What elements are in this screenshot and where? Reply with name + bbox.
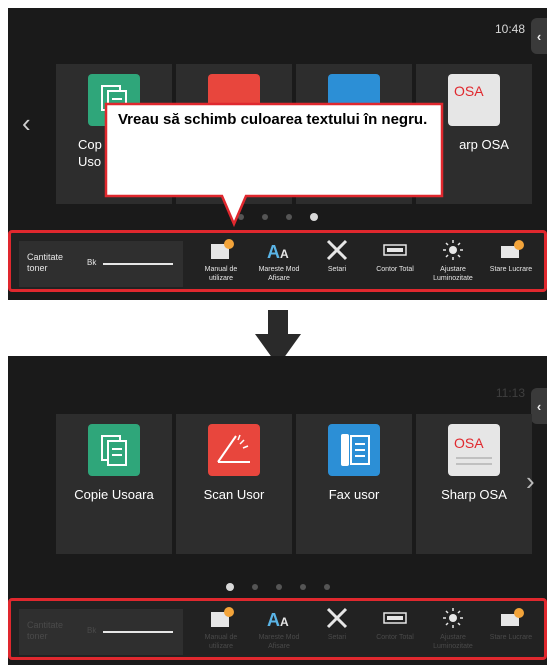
- toner-color: Bk: [87, 258, 97, 267]
- svg-text:A: A: [267, 242, 280, 261]
- taskbar-brightness[interactable]: Ajustare Luminozitate: [425, 607, 481, 659]
- taskbar-manual[interactable]: Manual de utilizare: [193, 607, 249, 659]
- taskbar-zoom-display[interactable]: AA Mareste Mod Afisare: [251, 239, 307, 291]
- taskbar-job-status[interactable]: Stare Lucrare: [483, 239, 539, 291]
- manual-icon: [211, 607, 234, 627]
- taskbar: Cantitate toner Bk Manual de utilizare A…: [8, 598, 547, 660]
- toner-level-bar: [103, 263, 173, 265]
- svg-text:OSA: OSA: [454, 435, 484, 451]
- taskbar-brightness[interactable]: Ajustare Luminozitate: [425, 239, 481, 291]
- copy-icon: [88, 424, 140, 476]
- manual-icon: [211, 239, 234, 259]
- tile-fax-usor[interactable]: Fax usor: [296, 414, 412, 554]
- toner-label: Cantitate toner: [27, 620, 64, 641]
- osa-icon: OSA: [448, 424, 500, 476]
- svg-text:A: A: [267, 610, 280, 629]
- taskbar-label: Manual de utilizare: [204, 266, 238, 282]
- taskbar-settings[interactable]: Setari: [309, 239, 365, 291]
- font-size-icon: AA: [267, 610, 289, 629]
- toner-status: Cantitate toner Bk: [19, 241, 183, 287]
- home-screen-after: 11:13 ‹ Copie Usoara Scan Usor Fax usor …: [8, 356, 547, 665]
- job-status-icon: [501, 608, 524, 626]
- svg-text:A: A: [280, 247, 289, 261]
- scroll-right-arrow[interactable]: ›: [526, 468, 535, 494]
- tile-copie-usoara[interactable]: Copie Usoara: [56, 414, 172, 554]
- scroll-left-arrow[interactable]: ‹: [22, 110, 31, 136]
- brightness-icon: [443, 608, 463, 628]
- brightness-icon: [443, 240, 463, 260]
- taskbar-label: Ajustare Luminozitate: [433, 266, 473, 282]
- toner-color: Bk: [87, 626, 97, 635]
- tile-sharp-osa[interactable]: OSA Sharp OSA: [416, 414, 532, 554]
- taskbar-label: Mareste Mod Afisare: [258, 634, 300, 650]
- counter-icon: [383, 612, 407, 624]
- tile-label: Fax usor: [328, 487, 380, 502]
- taskbar-label: Mareste Mod Afisare: [258, 266, 300, 282]
- clock: 10:48: [494, 22, 525, 36]
- font-size-icon: AA: [267, 242, 289, 261]
- taskbar-counter[interactable]: Contor Total: [367, 239, 423, 291]
- svg-text:OSA: OSA: [454, 83, 484, 99]
- counter-icon: [383, 244, 407, 256]
- side-panel-tab[interactable]: ‹: [531, 18, 547, 54]
- tile-label: Scan Usor: [203, 487, 265, 502]
- taskbar-zoom-display[interactable]: AA Mareste Mod Afisare: [251, 607, 307, 659]
- taskbar-label: Setari: [327, 634, 347, 641]
- page-indicator: [8, 578, 547, 596]
- osa-icon: OSA: [448, 74, 500, 126]
- settings-tools-icon: [326, 239, 348, 261]
- taskbar-label: Stare Lucrare: [489, 266, 533, 273]
- taskbar-label: Stare Lucrare: [489, 634, 533, 641]
- tile-label: Sharp OSA: [441, 487, 507, 502]
- taskbar: Cantitate toner Bk Manual de utilizare A…: [8, 230, 547, 292]
- toner-status: Cantitate toner Bk: [19, 609, 183, 655]
- taskbar-label: Manual de utilizare: [204, 634, 238, 650]
- taskbar-label: Setari: [327, 266, 347, 273]
- side-panel-tab[interactable]: ‹: [531, 388, 547, 424]
- scan-icon: [208, 424, 260, 476]
- taskbar-label: Ajustare Luminozitate: [433, 634, 473, 650]
- callout-text: Vreau să schimb culoarea textului în neg…: [118, 111, 428, 128]
- taskbar-label: Contor Total: [376, 266, 414, 273]
- svg-text:A: A: [280, 615, 289, 629]
- page-indicator: [8, 208, 547, 226]
- settings-tools-icon: [326, 607, 348, 629]
- taskbar-label: Contor Total: [376, 634, 414, 641]
- toner-label: Cantitate toner: [27, 252, 64, 273]
- tile-label: Copie Usoara: [74, 487, 154, 502]
- tile-scan-usor[interactable]: Scan Usor: [176, 414, 292, 554]
- fax-icon: [328, 424, 380, 476]
- taskbar-job-status[interactable]: Stare Lucrare: [483, 607, 539, 659]
- clock: 11:13: [495, 386, 525, 400]
- toner-level-bar: [103, 631, 173, 633]
- taskbar-manual[interactable]: Manual de utilizare: [193, 239, 249, 291]
- taskbar-counter[interactable]: Contor Total: [367, 607, 423, 659]
- taskbar-settings[interactable]: Setari: [309, 607, 365, 659]
- job-status-icon: [501, 240, 524, 258]
